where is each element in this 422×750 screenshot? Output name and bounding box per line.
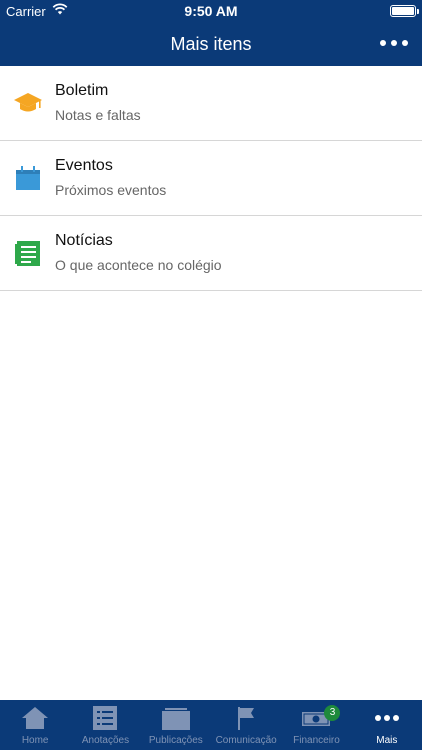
page-title: Mais itens — [170, 34, 252, 54]
graduation-cap-icon — [14, 93, 42, 112]
status-bar: Carrier 9:50 AM — [0, 0, 422, 22]
menu-item-subtitle: Notas e faltas — [55, 107, 141, 123]
menu-item-title: Notícias — [55, 232, 113, 249]
tab-financeiro[interactable]: 3 Financeiro — [281, 700, 351, 750]
menu-item-title: Eventos — [55, 157, 113, 174]
tab-label: Home — [21, 735, 49, 746]
top-bar: Carrier 9:50 AM Mais itens — [0, 0, 422, 66]
more-dot-icon — [391, 40, 397, 46]
tab-label: Publicações — [148, 735, 203, 746]
notes-list-icon — [93, 706, 118, 730]
home-icon — [22, 707, 49, 729]
battery-icon — [390, 5, 419, 17]
status-time: 9:50 AM — [184, 3, 238, 19]
menu-item-boletim[interactable]: Boletim Notas e faltas — [0, 66, 422, 141]
news-icon — [15, 241, 40, 266]
tab-label: Anotações — [81, 735, 130, 746]
more-dot-icon — [402, 40, 408, 46]
tab-publicacoes[interactable]: Publicações — [141, 700, 211, 750]
menu-item-title: Boletim — [55, 82, 109, 99]
menu-item-noticias[interactable]: Notícias O que acontece no colégio — [0, 216, 422, 291]
flag-icon — [238, 707, 255, 730]
tab-anotacoes[interactable]: Anotações — [70, 700, 140, 750]
menu-item-subtitle: Próximos eventos — [55, 182, 167, 198]
tab-label: Financeiro — [293, 735, 340, 746]
more-options-button[interactable] — [380, 36, 408, 50]
tab-label: Comunicação — [215, 735, 277, 746]
tab-mais[interactable]: Mais — [352, 700, 422, 750]
tab-comunicacao[interactable]: Comunicação — [211, 700, 281, 750]
menu-item-eventos[interactable]: Eventos Próximos eventos — [0, 141, 422, 216]
menu-item-subtitle: O que acontece no colégio — [55, 257, 222, 273]
more-dots-icon — [374, 715, 399, 721]
menu-list: Boletim Notas e faltas Eventos Próximos … — [0, 66, 422, 291]
tab-bar: Home Anotações Publicações Comunicação 3 — [0, 700, 422, 750]
notification-badge: 3 — [324, 705, 341, 721]
calendar-icon — [16, 166, 40, 190]
publications-icon — [161, 708, 190, 730]
more-dot-icon — [380, 40, 386, 46]
tab-label: Mais — [376, 735, 398, 746]
tab-home[interactable]: Home — [0, 700, 70, 750]
